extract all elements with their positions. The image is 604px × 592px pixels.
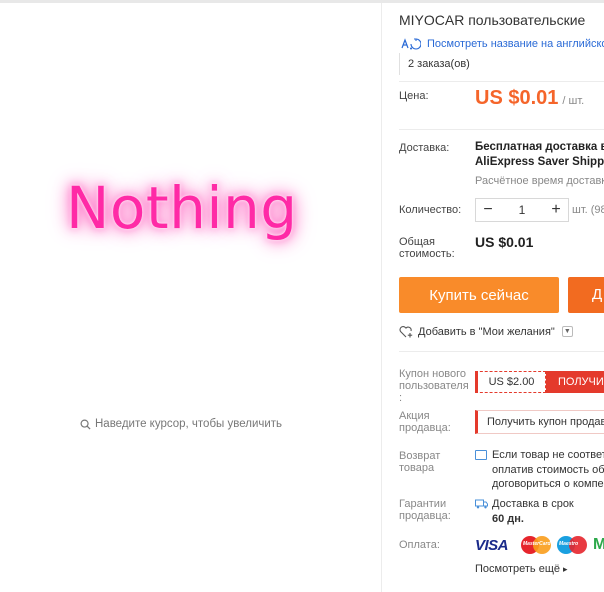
shipping-main[interactable]: Бесплатная доставка в Россию AliExpress … bbox=[475, 140, 604, 170]
quantity-decrease-button[interactable]: − bbox=[476, 199, 500, 221]
translate-link-label: Посмотреть название на английском bbox=[427, 38, 604, 50]
heart-plus-icon bbox=[399, 326, 413, 338]
quantity-stock: шт. (98 bbox=[572, 204, 604, 216]
quantity-increase-button[interactable]: + bbox=[544, 199, 568, 221]
returns-line: оплатив стоимость обратной bbox=[492, 463, 604, 476]
seller-promo-label: Акция продавца: bbox=[399, 410, 451, 434]
guarantee-text: Доставка в срок 60 дн. bbox=[492, 497, 574, 527]
maestro-logo: Maestro bbox=[557, 535, 587, 555]
caret-right-icon: ▸ bbox=[563, 564, 568, 574]
orders-count: 2 заказа(ов) bbox=[399, 53, 470, 75]
return-icon bbox=[475, 450, 487, 460]
returns-text: Если товар не соответствует оплатив стои… bbox=[492, 448, 604, 492]
price-label: Цена: bbox=[399, 90, 429, 102]
new-user-coupon-amount: US $2.00 bbox=[475, 371, 546, 393]
zoom-hint-label: Наведите курсор, чтобы увеличить bbox=[95, 418, 283, 430]
quantity-stepper: − 1 + bbox=[475, 198, 569, 222]
visa-logo: VISA bbox=[475, 536, 509, 554]
translate-title-link[interactable]: Посмотреть название на английском bbox=[399, 37, 604, 51]
product-title: MIYOCAR пользовательские bbox=[399, 12, 586, 28]
price-block: US $0.01/ шт. bbox=[475, 87, 584, 110]
magnifier-icon bbox=[80, 419, 91, 430]
mastercard-logo: MasterCard bbox=[521, 535, 551, 555]
shipping-label: Доставка: bbox=[399, 142, 450, 154]
returns-line: Если товар не соответствует bbox=[492, 449, 604, 461]
payment-m-logo: M bbox=[593, 536, 604, 553]
chevron-down-icon[interactable]: ▼ bbox=[561, 326, 573, 337]
total-value: US $0.01 bbox=[475, 234, 534, 250]
zoom-hint: Наведите курсор, чтобы увеличить bbox=[80, 418, 282, 430]
buy-now-button[interactable]: Купить сейчас bbox=[399, 277, 559, 313]
divider bbox=[399, 129, 604, 130]
divider bbox=[399, 351, 604, 352]
price-unit: / шт. bbox=[562, 95, 585, 107]
shipping-free: Бесплатная доставка в Россию bbox=[475, 141, 604, 153]
wishlist-label: Добавить в "Мои желания" bbox=[418, 325, 555, 338]
payment-methods: VISA MasterCard Maestro M bbox=[475, 535, 604, 555]
guarantee-days: 60 дн. bbox=[492, 513, 524, 525]
quantity-input[interactable]: 1 bbox=[500, 203, 544, 217]
product-image-gallery[interactable]: Nothing Наведите курсор, чтобы увеличить bbox=[0, 3, 381, 592]
returns-label: Возврат товара bbox=[399, 450, 441, 474]
product-detail-panel: MIYOCAR пользовательские Посмотреть назв… bbox=[382, 3, 604, 592]
new-user-coupon-label: Купон нового пользователя : bbox=[399, 368, 469, 404]
price-value: US $0.01 bbox=[475, 87, 559, 109]
divider bbox=[399, 81, 604, 82]
payment-label: Оплата: bbox=[399, 539, 440, 551]
quantity-label: Количество: bbox=[399, 204, 462, 216]
more-payment-label: Посмотреть ещё bbox=[475, 563, 560, 575]
product-image-text: Nothing bbox=[66, 174, 298, 242]
shipping-method: AliExpress Saver Shipping bbox=[475, 156, 604, 168]
shipping-eta: Расчётное время доставки bbox=[475, 175, 604, 187]
get-coupon-button[interactable]: ПОЛУЧИТЬ bbox=[546, 371, 604, 393]
guarantee-line1: Доставка в срок bbox=[492, 498, 574, 510]
translate-icon bbox=[401, 38, 421, 50]
guarantee-label: Гарантии продавца: bbox=[399, 498, 451, 522]
delivery-truck-icon bbox=[475, 499, 488, 509]
seller-coupon-button[interactable]: Получить купон продавца bbox=[475, 410, 604, 434]
returns-line: договориться о компенсации bbox=[492, 478, 604, 490]
add-to-cart-button[interactable]: Д bbox=[568, 277, 604, 313]
more-payment-link[interactable]: Посмотреть ещё ▸ bbox=[475, 563, 568, 575]
add-to-wishlist-link[interactable]: Добавить в "Мои желания" ▼ bbox=[399, 325, 573, 338]
total-label: Общая стоимость: bbox=[399, 236, 455, 260]
